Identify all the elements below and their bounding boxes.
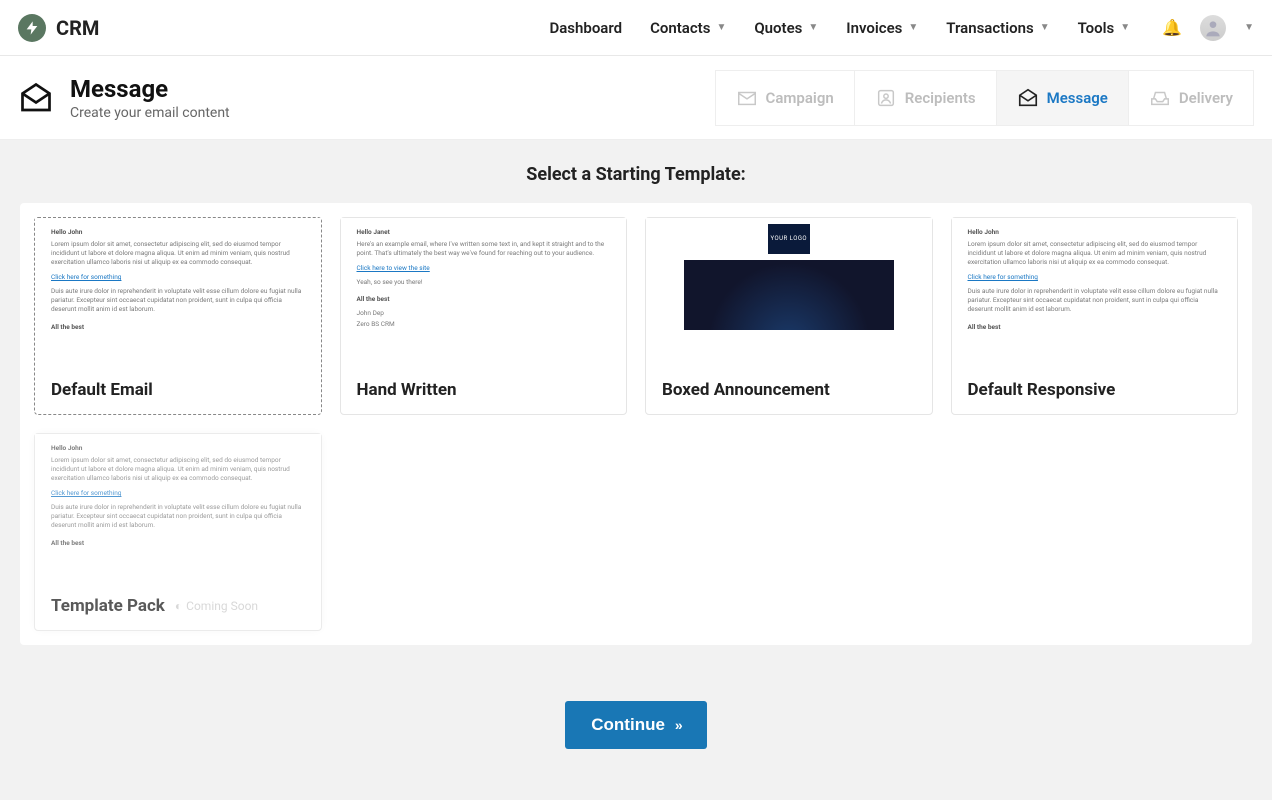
template-name: Boxed Announcement — [646, 366, 932, 414]
nav-right: 🔔 ▼ — [1162, 15, 1254, 41]
chevron-down-icon: ▼ — [716, 22, 726, 33]
step-message[interactable]: Message — [997, 70, 1129, 126]
avatar[interactable] — [1200, 15, 1226, 41]
step-campaign[interactable]: Campaign — [715, 70, 855, 126]
chevron-down-icon[interactable]: ▼ — [1244, 22, 1254, 33]
main-area: Select a Starting Template: Hello John L… — [0, 140, 1272, 800]
brand[interactable]: CRM — [18, 14, 99, 42]
continue-wrap: Continue » — [0, 701, 1272, 749]
envelope-open-icon — [18, 80, 54, 116]
bell-icon[interactable]: 🔔 — [1162, 18, 1182, 37]
user-icon — [875, 87, 897, 109]
nav-tools[interactable]: Tools ▼ — [1078, 19, 1131, 37]
nav-items: Dashboard Contacts ▼ Quotes ▼ Invoices ▼… — [549, 19, 1130, 37]
template-preview: Hello John Lorem ipsum dolor sit amet, c… — [952, 218, 1238, 366]
brand-logo-icon — [18, 14, 46, 42]
template-preview: Hello Janet Here's an example email, whe… — [341, 218, 627, 366]
template-preview: Hello John Lorem ipsum dolor sit amet, c… — [35, 434, 321, 582]
template-name: Default Responsive — [952, 366, 1238, 414]
template-card-template-pack[interactable]: Hello John Lorem ipsum dolor sit amet, c… — [34, 433, 322, 631]
template-preview: Hello John Lorem ipsum dolor sit amet, c… — [35, 218, 321, 366]
top-nav: CRM Dashboard Contacts ▼ Quotes ▼ Invoic… — [0, 0, 1272, 56]
clock-icon: ◐ — [175, 599, 182, 613]
template-card-hand-written[interactable]: Hello Janet Here's an example email, whe… — [340, 217, 628, 415]
template-name: Template Pack ◐ Coming Soon — [35, 582, 321, 630]
template-card-boxed-announcement[interactable]: YOUR LOGO Boxed Announcement — [645, 217, 933, 415]
continue-button[interactable]: Continue » — [565, 701, 706, 749]
chevron-down-icon: ▼ — [1040, 22, 1050, 33]
nav-dashboard[interactable]: Dashboard — [549, 19, 622, 37]
section-title: Select a Starting Template: — [0, 140, 1272, 203]
step-delivery[interactable]: Delivery — [1129, 70, 1254, 126]
brand-name: CRM — [56, 16, 99, 40]
nav-contacts[interactable]: Contacts ▼ — [650, 19, 726, 37]
coming-soon-badge: ◐ Coming Soon — [175, 599, 258, 613]
step-recipients[interactable]: Recipients — [855, 70, 997, 126]
envelope-open-icon — [1017, 87, 1039, 109]
nav-invoices[interactable]: Invoices ▼ — [846, 19, 918, 37]
chevron-down-icon: ▼ — [808, 22, 818, 33]
inbox-icon — [1149, 87, 1171, 109]
templates-container: Hello John Lorem ipsum dolor sit amet, c… — [20, 203, 1252, 645]
page-title: Message — [70, 75, 230, 103]
templates-grid: Hello John Lorem ipsum dolor sit amet, c… — [34, 217, 1238, 631]
template-card-default-email[interactable]: Hello John Lorem ipsum dolor sit amet, c… — [34, 217, 322, 415]
hero-image-placeholder — [684, 260, 894, 330]
nav-quotes[interactable]: Quotes ▼ — [754, 19, 818, 37]
subheader: Message Create your email content Campai… — [0, 56, 1272, 140]
chevron-down-icon: ▼ — [1120, 22, 1130, 33]
template-preview: YOUR LOGO — [646, 218, 932, 366]
chevron-down-icon: ▼ — [908, 22, 918, 33]
wizard-steps: Campaign Recipients Message Delivery — [715, 70, 1254, 126]
chevrons-right-icon: » — [675, 717, 681, 733]
template-card-default-responsive[interactable]: Hello John Lorem ipsum dolor sit amet, c… — [951, 217, 1239, 415]
page-subtitle: Create your email content — [70, 105, 230, 121]
template-name: Default Email — [35, 366, 321, 414]
page-title-wrap: Message Create your email content — [18, 75, 230, 121]
nav-transactions[interactable]: Transactions ▼ — [946, 19, 1049, 37]
logo-placeholder: YOUR LOGO — [768, 224, 810, 254]
envelope-icon — [736, 87, 758, 109]
template-name: Hand Written — [341, 366, 627, 414]
